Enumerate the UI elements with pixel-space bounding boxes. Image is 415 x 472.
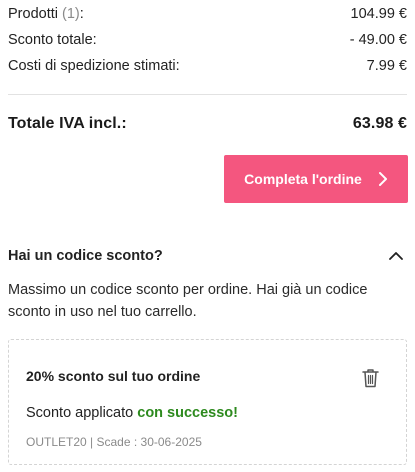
coupon-description: Massimo un codice sconto per ordine. Hai… xyxy=(8,282,368,320)
applied-message-prefix: Sconto applicato xyxy=(26,405,134,421)
trash-icon[interactable] xyxy=(360,367,380,389)
complete-order-label: Completa l'ordine xyxy=(244,171,362,187)
total-row: Totale IVA incl.: 63.98 € xyxy=(8,112,407,136)
chevron-up-icon[interactable] xyxy=(385,245,407,267)
discount-label: Sconto totale: xyxy=(8,32,97,48)
coupon-meta-separator: | xyxy=(90,435,94,449)
shipping-label: Costi di spedizione stimati: xyxy=(8,58,180,74)
products-colon: : xyxy=(79,6,84,22)
summary-divider xyxy=(8,94,407,95)
products-row: Prodotti (1): 104.99 € xyxy=(8,4,407,24)
applied-coupon-name: 20% sconto sul tuo ordine xyxy=(26,368,201,384)
chevron-right-icon xyxy=(378,171,388,187)
coupon-section-header[interactable]: Hai un codice sconto? xyxy=(8,244,407,268)
products-count: (1) xyxy=(62,6,80,22)
products-value: 104.99 € xyxy=(350,6,407,22)
discount-value: - 49.00 € xyxy=(349,32,407,48)
complete-order-button[interactable]: Completa l'ordine xyxy=(224,155,408,203)
shipping-value: 7.99 € xyxy=(366,58,407,74)
discount-row: Sconto totale: - 49.00 € xyxy=(8,30,407,50)
total-label: Totale IVA incl.: xyxy=(8,115,127,132)
applied-message-success: con successo! xyxy=(137,405,238,421)
total-value: 63.98 € xyxy=(352,115,407,132)
products-label-group: Prodotti (1): xyxy=(8,6,84,22)
shipping-row: Costi di spedizione stimati: 7.99 € xyxy=(8,56,407,76)
products-label: Prodotti xyxy=(8,6,58,22)
coupon-meta: OUTLET20 | Scade : 30-06-2025 xyxy=(26,435,202,449)
coupon-section-title: Hai un codice sconto? xyxy=(8,248,163,264)
applied-coupon-card: 20% sconto sul tuo ordine Sconto applica… xyxy=(8,339,407,465)
coupon-expiry: Scade : 30-06-2025 xyxy=(96,435,202,449)
coupon-applied-message: Sconto applicato con successo! xyxy=(26,405,238,421)
coupon-code: OUTLET20 xyxy=(26,435,87,449)
